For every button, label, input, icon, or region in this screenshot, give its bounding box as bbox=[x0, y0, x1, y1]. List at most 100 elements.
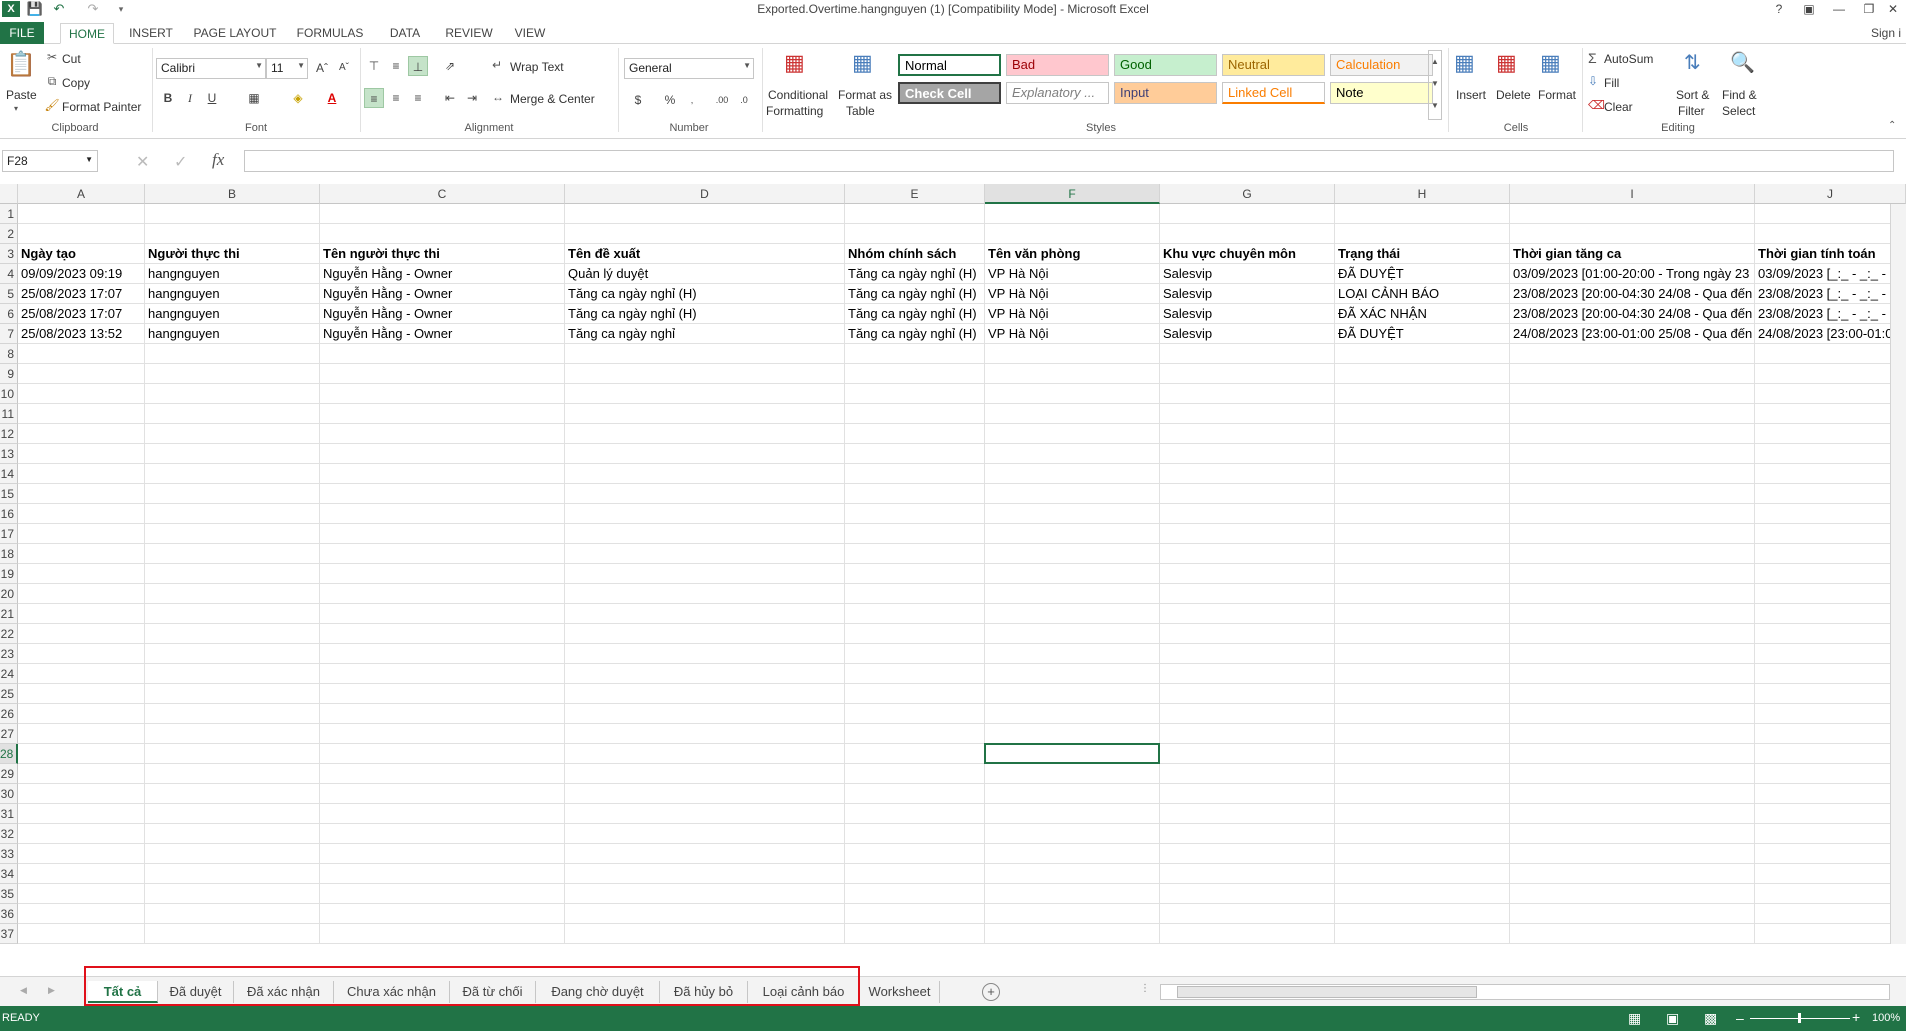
page-break-view-icon[interactable]: ▩ bbox=[1704, 1010, 1717, 1027]
find-select-label-2[interactable]: Select bbox=[1722, 104, 1755, 118]
header-cell[interactable]: Thời gian tính toán bbox=[1755, 244, 1906, 264]
decrease-font-icon[interactable]: Aˇ bbox=[334, 58, 354, 78]
cell-style-normal[interactable]: Normal bbox=[898, 54, 1001, 76]
data-cell[interactable]: Tăng ca ngày nghỉ (H) bbox=[845, 284, 985, 304]
row-header[interactable]: 6 bbox=[0, 304, 18, 324]
align-right-icon[interactable]: ≡ bbox=[408, 88, 428, 108]
normal-view-icon[interactable]: ▦ bbox=[1628, 1010, 1641, 1027]
formula-input[interactable] bbox=[244, 150, 1894, 172]
header-cell[interactable]: Tên đề xuất bbox=[565, 244, 845, 264]
cancel-entry-icon[interactable]: ✕ bbox=[136, 152, 149, 172]
selected-cell[interactable] bbox=[984, 743, 1160, 764]
vertical-scrollbar[interactable] bbox=[1890, 204, 1906, 944]
column-header-a[interactable]: A bbox=[18, 184, 145, 204]
data-cell[interactable]: Tăng ca ngày nghỉ (H) bbox=[845, 324, 985, 344]
find-select-label-1[interactable]: Find & bbox=[1722, 88, 1757, 102]
next-sheet-icon[interactable]: ▶ bbox=[48, 985, 55, 996]
data-cell[interactable]: 23/08/2023 [20:00-04:30 24/08 - Qua đến bbox=[1510, 284, 1755, 304]
cell-style-bad[interactable]: Bad bbox=[1006, 54, 1109, 76]
conditional-formatting-label-1[interactable]: Conditional bbox=[768, 88, 828, 102]
merge-center-button[interactable]: Merge & Center bbox=[510, 92, 595, 106]
row-header[interactable]: 22 bbox=[0, 624, 18, 644]
data-cell[interactable]: Salesvip bbox=[1160, 264, 1335, 284]
bold-icon[interactable]: B bbox=[158, 88, 178, 108]
data-cell[interactable]: 25/08/2023 13:52 bbox=[18, 324, 145, 344]
data-cell[interactable]: Quản lý duyệt bbox=[565, 264, 845, 284]
row-header[interactable]: 23 bbox=[0, 644, 18, 664]
row-header[interactable]: 21 bbox=[0, 604, 18, 624]
sort-filter-label-1[interactable]: Sort & bbox=[1676, 88, 1709, 102]
number-format-select[interactable]: General ▼ bbox=[624, 58, 754, 79]
increase-font-icon[interactable]: Aˆ bbox=[312, 58, 332, 78]
cell-style-input[interactable]: Input bbox=[1114, 82, 1217, 104]
help-button[interactable]: ? bbox=[1766, 0, 1792, 18]
data-cell[interactable]: Tăng ca ngày nghỉ bbox=[565, 324, 845, 344]
row-header[interactable]: 10 bbox=[0, 384, 18, 404]
clear-button[interactable]: Clear bbox=[1604, 100, 1633, 114]
row-header[interactable]: 3 bbox=[0, 244, 18, 264]
data-cell[interactable]: Salesvip bbox=[1160, 324, 1335, 344]
data-cell[interactable]: Nguyễn Hằng - Owner bbox=[320, 284, 565, 304]
minimize-icon[interactable]: — bbox=[1826, 0, 1852, 18]
column-header-f[interactable]: F bbox=[985, 184, 1160, 204]
row-header[interactable]: 15 bbox=[0, 484, 18, 504]
zoom-level[interactable]: 100% bbox=[1872, 1012, 1900, 1024]
tab-review[interactable]: REVIEW bbox=[440, 23, 498, 44]
data-cell[interactable]: Tăng ca ngày nghỉ (H) bbox=[565, 304, 845, 324]
row-header[interactable]: 30 bbox=[0, 784, 18, 804]
row-header[interactable]: 25 bbox=[0, 684, 18, 704]
row-header[interactable]: 1 bbox=[0, 204, 18, 224]
data-cell[interactable]: 25/08/2023 17:07 bbox=[18, 304, 145, 324]
row-header[interactable]: 29 bbox=[0, 764, 18, 784]
tab-split-icon[interactable]: ⋮ bbox=[1140, 983, 1150, 994]
data-cell[interactable]: Salesvip bbox=[1160, 304, 1335, 324]
data-cell[interactable]: hangnguyen bbox=[145, 304, 320, 324]
cell-style-check-cell[interactable]: Check Cell bbox=[898, 82, 1001, 104]
align-top-icon[interactable]: ⊤ bbox=[364, 56, 384, 76]
tab-data[interactable]: DATA bbox=[380, 23, 430, 44]
confirm-entry-icon[interactable]: ✓ bbox=[174, 152, 187, 172]
autosum-button[interactable]: AutoSum bbox=[1604, 52, 1653, 66]
data-cell[interactable]: 09/09/2023 09:19 bbox=[18, 264, 145, 284]
data-cell[interactable]: hangnguyen bbox=[145, 284, 320, 304]
row-header[interactable]: 7 bbox=[0, 324, 18, 344]
row-header[interactable]: 17 bbox=[0, 524, 18, 544]
zoom-in-icon[interactable]: + bbox=[1852, 1009, 1860, 1025]
percent-icon[interactable]: % bbox=[660, 90, 680, 110]
row-header[interactable]: 16 bbox=[0, 504, 18, 524]
align-center-icon[interactable]: ≡ bbox=[386, 88, 406, 108]
row-header[interactable]: 27 bbox=[0, 724, 18, 744]
data-cell[interactable]: VP Hà Nội bbox=[985, 284, 1160, 304]
header-cell[interactable]: Người thực thi bbox=[145, 244, 320, 264]
data-cell[interactable]: 23/08/2023 [_:_ - _:_ - 2 bbox=[1755, 304, 1906, 324]
font-size-select[interactable]: 11 ▼ bbox=[266, 58, 308, 79]
row-header[interactable]: 4 bbox=[0, 264, 18, 284]
underline-icon[interactable]: U bbox=[202, 88, 222, 108]
cell-style-linked-cell[interactable]: Linked Cell bbox=[1222, 82, 1325, 104]
data-cell[interactable]: 23/08/2023 [20:00-04:30 24/08 - Qua đến bbox=[1510, 304, 1755, 324]
ribbon-display-icon[interactable]: ▣ bbox=[1796, 0, 1822, 18]
data-cell[interactable]: 25/08/2023 17:07 bbox=[18, 284, 145, 304]
row-header[interactable]: 32 bbox=[0, 824, 18, 844]
header-cell[interactable]: Nhóm chính sách bbox=[845, 244, 985, 264]
collapse-ribbon-icon[interactable]: ⌃ bbox=[1888, 120, 1896, 131]
cell-style-good[interactable]: Good bbox=[1114, 54, 1217, 76]
data-cell[interactable]: Tăng ca ngày nghỉ (H) bbox=[845, 304, 985, 324]
borders-icon[interactable]: ▦ bbox=[244, 88, 264, 108]
sign-in-link[interactable]: Sign i bbox=[1866, 23, 1906, 44]
row-header[interactable]: 28 bbox=[0, 744, 18, 764]
header-cell[interactable]: Tên văn phòng bbox=[985, 244, 1160, 264]
conditional-formatting-label-2[interactable]: Formatting bbox=[766, 104, 823, 118]
decrease-decimal-icon[interactable]: .0 bbox=[734, 90, 754, 110]
column-header-d[interactable]: D bbox=[565, 184, 845, 204]
row-header[interactable]: 26 bbox=[0, 704, 18, 724]
row-header[interactable]: 8 bbox=[0, 344, 18, 364]
fill-button[interactable]: Fill bbox=[1604, 76, 1619, 90]
data-cell[interactable]: Salesvip bbox=[1160, 284, 1335, 304]
scrollbar-thumb[interactable] bbox=[1177, 986, 1477, 998]
data-cell[interactable]: ĐÃ XÁC NHẬN bbox=[1335, 304, 1510, 324]
italic-icon[interactable]: I bbox=[180, 88, 200, 108]
data-cell[interactable]: VP Hà Nội bbox=[985, 304, 1160, 324]
paste-dropdown-icon[interactable]: ▾ bbox=[14, 104, 18, 113]
column-header-c[interactable]: C bbox=[320, 184, 565, 204]
